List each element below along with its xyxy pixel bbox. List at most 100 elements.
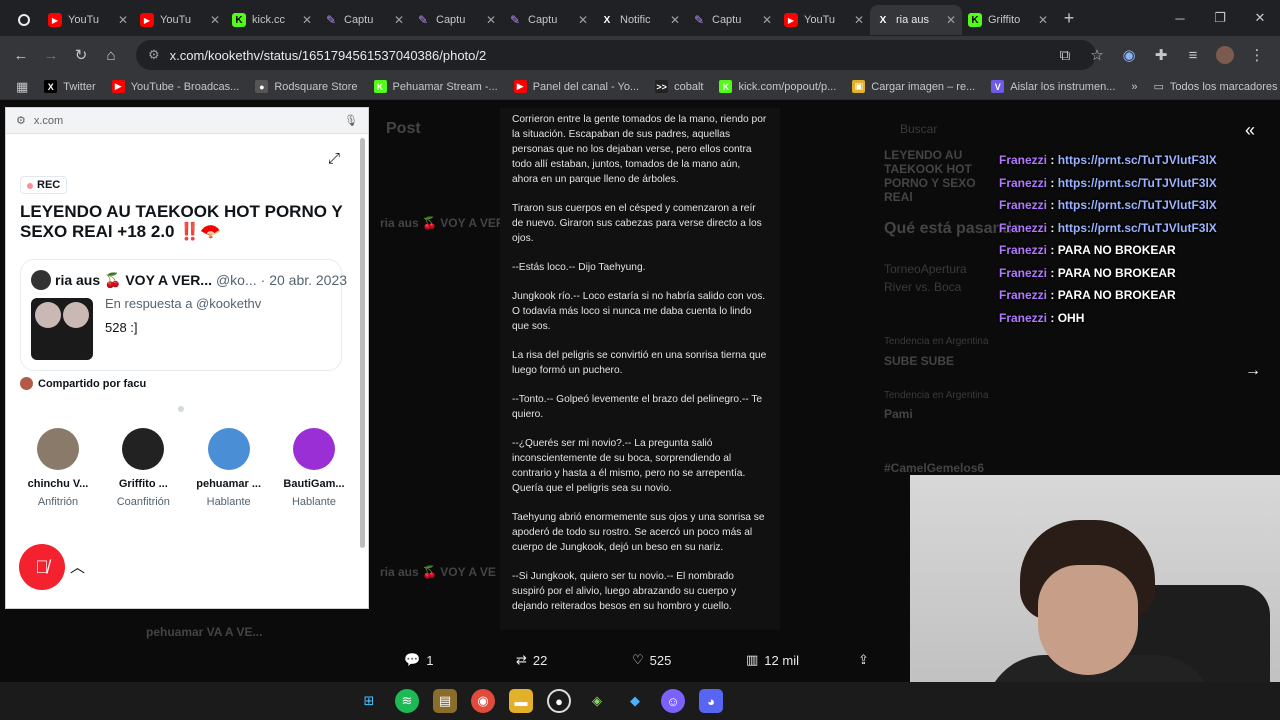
more-bookmarks-icon[interactable]: » (1123, 81, 1145, 93)
chat-username: Franezzi (999, 198, 1048, 212)
participant[interactable]: Griffito ... Coanfitrión (101, 428, 185, 508)
discord-icon[interactable]: ◕ (699, 689, 723, 713)
bookmark-0[interactable]: X Twitter (36, 80, 103, 93)
audio-icon[interactable]: ◉ (1114, 40, 1144, 70)
folder-icon[interactable]: ▬ (509, 689, 533, 713)
apps-icon[interactable]: ▦ (8, 79, 36, 95)
all-bookmarks-folder[interactable]: ▭ Todos los marcadores (1146, 80, 1280, 94)
minimize-icon[interactable]: ─ (1160, 0, 1200, 36)
profile-avatar[interactable] (1216, 46, 1234, 64)
spotify-icon[interactable]: ≋ (395, 689, 419, 713)
close-window-icon[interactable]: ✕ (1240, 0, 1280, 36)
tab-close-icon[interactable]: ✕ (578, 13, 588, 27)
tab-close-icon[interactable]: ✕ (394, 13, 404, 27)
scrollbar[interactable] (360, 138, 365, 548)
bookmark-4[interactable]: ▶ Panel del canal - Yo... (506, 80, 647, 93)
maximize-icon[interactable]: ❐ (1200, 0, 1240, 36)
tab-11[interactable]: K Griffito ✕ (962, 5, 1054, 35)
tab-close-icon[interactable]: ✕ (946, 13, 956, 27)
participant[interactable]: chinchu V... Anfitrión (16, 428, 100, 508)
app-icon[interactable]: ▤ (433, 689, 457, 713)
space-title-emoji: ‼️🪭 (179, 222, 222, 241)
participant[interactable]: BautiGam... Hablante (272, 428, 356, 508)
tab-2[interactable]: ▶ YouTu ✕ (134, 5, 226, 35)
tab-9[interactable]: ▶ YouTu ✕ (778, 5, 870, 35)
repost-count: 22 (532, 652, 548, 668)
participant[interactable]: pehuamar ... Hablante (187, 428, 271, 508)
chat-message: Franezzi : https://prnt.sc/TuTJVlutF3lX (999, 198, 1217, 212)
chat-text: https://prnt.sc/TuTJVlutF3lX (1057, 220, 1217, 235)
bookmark-8[interactable]: V Aislar los instrumen... (983, 80, 1123, 93)
share-icon[interactable]: ⇪ (858, 652, 869, 668)
tab-5[interactable]: ✎ Captu ✕ (410, 5, 502, 35)
extensions-icon[interactable]: ✚ (1146, 40, 1176, 70)
tab-close-icon[interactable]: ✕ (210, 13, 220, 27)
back-icon[interactable]: ← (6, 40, 36, 70)
tab-7[interactable]: X Notific ✕ (594, 5, 686, 35)
bookmark-star-icon[interactable]: ☆ (1082, 40, 1112, 70)
mic-muted-button[interactable]: 🎙̸ (19, 544, 65, 590)
chevron-up-icon[interactable]: ︿ (70, 556, 85, 577)
media-icon[interactable]: ≡ (1178, 40, 1208, 70)
vector-icon[interactable]: ◆ (623, 689, 647, 713)
expand-icon[interactable]: ⤢ (328, 150, 340, 167)
collapse-icon[interactable]: « (1245, 120, 1255, 141)
forward-icon[interactable]: → (36, 40, 66, 70)
bookmark-7[interactable]: ▣ Cargar imagen – re... (844, 80, 983, 93)
tab-close-icon[interactable]: ✕ (486, 13, 496, 27)
tab-close-icon[interactable]: ✕ (302, 13, 312, 27)
tab-close-icon[interactable]: ✕ (854, 13, 864, 27)
address-bar[interactable]: ⚙ x.com/kookethv/status/1651794561537040… (136, 40, 1096, 70)
install-app-icon[interactable]: ⧉ (1050, 40, 1080, 70)
reload-icon[interactable]: ↻ (66, 40, 96, 70)
views-button[interactable]: ▥ 12 mil (746, 652, 799, 668)
new-tab-icon[interactable]: + (1054, 3, 1084, 33)
tab-close-icon[interactable]: ✕ (762, 13, 772, 27)
tab-3[interactable]: Kkick.cc ✕ (226, 5, 318, 35)
bookmark-favicon-icon: ▣ (852, 80, 866, 93)
bookmark-5[interactable]: >> cobalt (647, 80, 711, 93)
tab-8[interactable]: ✎ Captu ✕ (686, 5, 778, 35)
site-info-icon[interactable]: ⚙ (148, 47, 160, 63)
reply-button[interactable]: 💬 1 (404, 652, 433, 668)
toolbar-actions: ⧉ ☆ ◉ ✚ ≡ ⋮ (1050, 40, 1272, 70)
tab-10[interactable]: Xria aus ✕ (870, 5, 962, 35)
avatar (122, 428, 165, 470)
chart-icon: ▥ (746, 652, 759, 667)
chat-text: PARA NO BROKEAR (1057, 243, 1176, 257)
tab-1[interactable]: ▶ YouTu ✕ (42, 5, 134, 35)
bookmark-2[interactable]: ● Rodsquare Store (247, 80, 365, 93)
tab-close-icon[interactable]: ✕ (1038, 13, 1048, 27)
tab-close-icon[interactable]: ✕ (670, 13, 680, 27)
bookmark-3[interactable]: K Pehuamar Stream -... (366, 80, 506, 93)
tab-title: YouTu (804, 14, 835, 26)
pen-icon: ✎ (417, 13, 429, 27)
folder-icon: ▭ (1153, 81, 1164, 93)
bookmark-6[interactable]: Kkick.com/popout/p... (711, 80, 844, 93)
bookmark-1[interactable]: ▶ YouTube - Broadcas... (104, 80, 248, 93)
taskbar: ⊞ ≋ ▤ ◉ ▬ ● ◈ ◆ ☺ ◕ (0, 682, 1280, 720)
tab-6[interactable]: ✎ Captu ✕ (502, 5, 594, 35)
participant-name: chinchu V... (27, 478, 89, 490)
like-count: 525 (649, 652, 672, 668)
repost-button[interactable]: ⇄ 22 (516, 652, 547, 668)
participant-role: Hablante (206, 496, 251, 508)
chat-username: Franezzi (999, 288, 1048, 302)
tab-close-icon[interactable]: ✕ (118, 13, 128, 27)
obs-icon[interactable]: ● (547, 689, 571, 713)
story-paragraph: --¿Querés ser mi novio?.-- La pregunta s… (512, 438, 746, 494)
tab-4[interactable]: ✎ Captu ✕ (318, 5, 410, 35)
reply-icon: 💬 (404, 652, 421, 667)
menu-icon[interactable]: ⋮ (1242, 40, 1272, 70)
chrome-icon[interactable]: ◉ (471, 689, 495, 713)
like-button[interactable]: ♡ 525 (632, 652, 671, 668)
next-arrow-icon[interactable]: → (1245, 362, 1261, 380)
chat-message: Franezzi : https://prnt.sc/TuTJVlutF3lX (999, 153, 1217, 167)
layers-icon[interactable]: ◈ (585, 689, 609, 713)
chat-app-icon[interactable]: ☺ (661, 689, 685, 713)
participant-role: Coanfitrión (116, 496, 170, 508)
home-icon[interactable]: ⌂ (96, 40, 126, 70)
windows-start-icon[interactable]: ⊞ (357, 689, 381, 713)
tab-0[interactable] (6, 5, 42, 35)
pinned-post-card[interactable]: ria aus 🍒 VOY A VER... @ko... · 20 abr. … (20, 259, 347, 371)
